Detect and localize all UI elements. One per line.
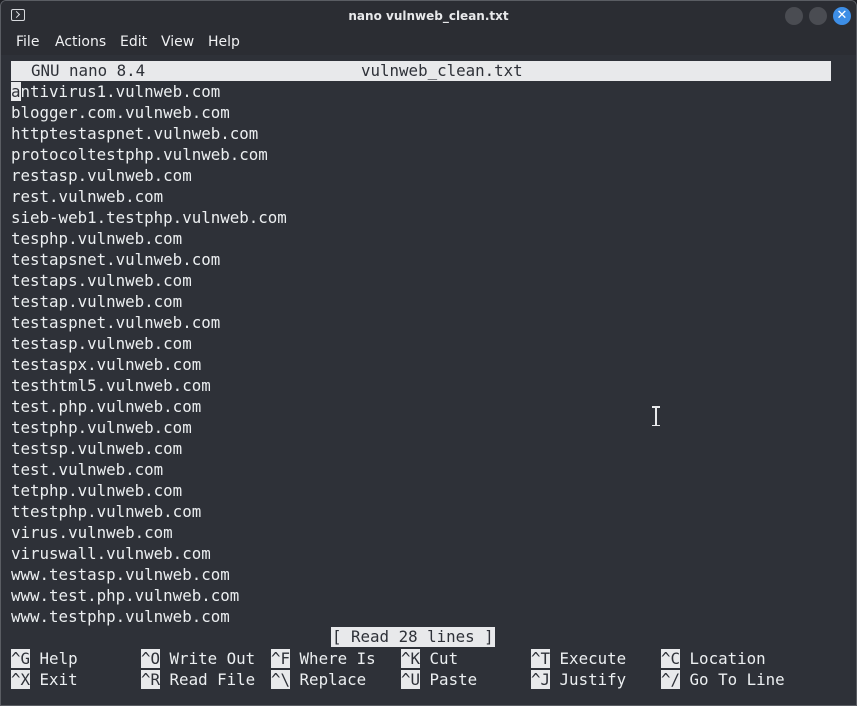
- shortcut-label: Read File: [169, 670, 256, 689]
- menu-bar: File Actions Edit View Help: [1, 31, 856, 55]
- status-message: [ Read 28 lines ]: [331, 627, 495, 647]
- shortcut-label: Write Out: [169, 649, 256, 668]
- maximize-button[interactable]: [809, 7, 827, 25]
- file-line[interactable]: blogger.com.vulnweb.com: [11, 102, 287, 123]
- file-line[interactable]: testap.vulnweb.com: [11, 291, 287, 312]
- file-line[interactable]: testaspx.vulnweb.com: [11, 354, 287, 375]
- shortcut-key: ^/: [661, 670, 681, 689]
- text-cursor-icon: [652, 406, 660, 426]
- minimize-button[interactable]: [785, 7, 803, 25]
- file-line[interactable]: test.vulnweb.com: [11, 459, 287, 480]
- file-line[interactable]: sieb-web1.testphp.vulnweb.com: [11, 207, 287, 228]
- file-line[interactable]: antivirus1.vulnweb.com: [11, 81, 287, 102]
- file-line-text: ntivirus1.vulnweb.com: [20, 82, 221, 101]
- file-line[interactable]: ttestphp.vulnweb.com: [11, 501, 287, 522]
- shortcut-key: ^C: [661, 649, 681, 668]
- shortcut-label: Exit: [39, 670, 78, 689]
- shortcut-item[interactable]: ^R Read File: [141, 669, 271, 690]
- shortcut-label: Cut: [429, 649, 459, 668]
- shortcut-label: Execute: [559, 649, 627, 668]
- shortcut-key: ^O: [141, 649, 161, 668]
- nano-version: GNU nano 8.4: [31, 61, 146, 80]
- file-line[interactable]: restasp.vulnweb.com: [11, 165, 287, 186]
- shortcut-item[interactable]: ^T Execute: [531, 648, 661, 669]
- file-line[interactable]: viruswall.vulnweb.com: [11, 543, 287, 564]
- file-line[interactable]: testaps.vulnweb.com: [11, 270, 287, 291]
- shortcut-item[interactable]: ^/ Go To Line: [661, 669, 791, 690]
- file-line[interactable]: testaspnet.vulnweb.com: [11, 312, 287, 333]
- menu-edit[interactable]: Edit: [120, 34, 147, 50]
- file-line[interactable]: www.test.php.vulnweb.com: [11, 585, 287, 606]
- shortcut-key: ^U: [401, 670, 421, 689]
- shortcut-item[interactable]: ^F Where Is: [271, 648, 401, 669]
- shortcut-label: Justify: [559, 670, 627, 689]
- file-line[interactable]: testhtml5.vulnweb.com: [11, 375, 287, 396]
- menu-actions[interactable]: Actions: [55, 34, 106, 50]
- shortcut-item[interactable]: ^C Location: [661, 648, 791, 669]
- file-line[interactable]: testsp.vulnweb.com: [11, 438, 287, 459]
- shortcut-key: ^K: [401, 649, 421, 668]
- shortcut-label: Where Is: [299, 649, 376, 668]
- shortcut-item[interactable]: ^J Justify: [531, 669, 661, 690]
- shortcut-label: Replace: [299, 670, 367, 689]
- shortcut-label: Help: [39, 649, 78, 668]
- text-cursor: a: [11, 82, 21, 101]
- shortcut-key: ^J: [531, 670, 551, 689]
- file-line[interactable]: httptestaspnet.vulnweb.com: [11, 123, 287, 144]
- menu-help[interactable]: Help: [208, 34, 240, 50]
- file-line[interactable]: testapsnet.vulnweb.com: [11, 249, 287, 270]
- file-lines[interactable]: antivirus1.vulnweb.com blogger.com.vulnwe…: [11, 81, 287, 627]
- terminal-content[interactable]: GNU nano 8.4 vulnweb_clean.txt antivirus…: [1, 55, 856, 705]
- shortcut-label: Location: [689, 649, 766, 668]
- close-button[interactable]: ✕: [833, 7, 851, 25]
- shortcut-key: ^\: [271, 670, 291, 689]
- nano-header-bar: GNU nano 8.4 vulnweb_clean.txt: [11, 61, 831, 81]
- file-line[interactable]: testasp.vulnweb.com: [11, 333, 287, 354]
- menu-view[interactable]: View: [161, 34, 194, 50]
- shortcut-label: Go To Line: [689, 670, 785, 689]
- file-line[interactable]: rest.vulnweb.com: [11, 186, 287, 207]
- file-line[interactable]: testphp.vulnweb.com: [11, 417, 287, 438]
- shortcut-key: ^R: [141, 670, 161, 689]
- shortcut-key: ^T: [531, 649, 551, 668]
- shortcut-item[interactable]: ^\ Replace: [271, 669, 401, 690]
- window-title: nano vulnweb_clean.txt: [348, 9, 509, 23]
- file-line[interactable]: tetphp.vulnweb.com: [11, 480, 287, 501]
- file-line[interactable]: www.testphp.vulnweb.com: [11, 606, 287, 627]
- file-line[interactable]: protocoltestphp.vulnweb.com: [11, 144, 287, 165]
- file-line[interactable]: tesphp.vulnweb.com: [11, 228, 287, 249]
- menu-file[interactable]: File: [16, 34, 39, 50]
- shortcut-key: ^G: [11, 649, 31, 668]
- file-line[interactable]: www.testasp.vulnweb.com: [11, 564, 287, 585]
- terminal-window: nano vulnweb_clean.txt ✕ File Actions Ed…: [0, 0, 857, 706]
- file-line[interactable]: test.php.vulnweb.com: [11, 396, 287, 417]
- shortcut-item[interactable]: ^X Exit: [11, 669, 141, 690]
- shortcut-item[interactable]: ^K Cut: [401, 648, 531, 669]
- shortcut-key: ^X: [11, 670, 31, 689]
- shortcut-item[interactable]: ^U Paste: [401, 669, 531, 690]
- title-bar: nano vulnweb_clean.txt ✕: [1, 1, 856, 31]
- file-line[interactable]: virus.vulnweb.com: [11, 522, 287, 543]
- shortcut-item[interactable]: ^O Write Out: [141, 648, 271, 669]
- shortcut-item[interactable]: ^G Help: [11, 648, 141, 669]
- nano-filename: vulnweb_clean.txt: [361, 61, 523, 80]
- shortcut-label: Paste: [429, 670, 478, 689]
- shortcut-key: ^F: [271, 649, 291, 668]
